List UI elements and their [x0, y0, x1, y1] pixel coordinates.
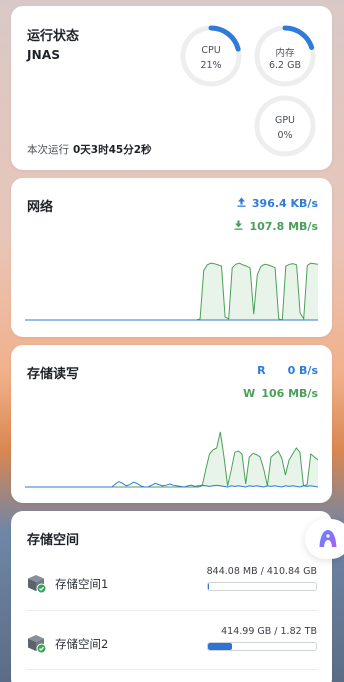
- read-rate: R 0 B/s: [257, 364, 318, 377]
- memory-gauge[interactable]: 内存 6.2 GB: [253, 24, 317, 88]
- cpu-gauge[interactable]: CPU 21%: [179, 24, 243, 88]
- volume-usage-bar: [207, 642, 317, 651]
- cpu-gauge-value: 21%: [200, 60, 222, 71]
- storage-title: 存储空间: [27, 533, 80, 548]
- volume-ok-icon: [27, 574, 47, 594]
- volume-name: 存储空间1: [55, 577, 109, 591]
- cpu-gauge-ring: [180, 25, 242, 87]
- storage-card: 存储空间 存储空间1 844.08 MB / 410.84 GB 存储空间2 4…: [11, 511, 332, 682]
- volume-ok-icon: [27, 634, 47, 654]
- uptime: 本次运行 0天3时45分2秒: [27, 142, 152, 157]
- chart-series-0-area: [25, 431, 318, 487]
- write-rate: W 106 MB/s: [243, 387, 318, 400]
- divider: [27, 610, 317, 611]
- gpu-gauge-value: 0%: [277, 130, 293, 141]
- write-rate-label: W: [243, 387, 256, 400]
- uptime-label: 本次运行: [27, 144, 69, 156]
- chart-series-0-area: [25, 263, 318, 320]
- download-rate: 107.8 MB/s: [234, 220, 318, 233]
- network-card[interactable]: 网络 396.4 KB/s 107.8 MB/s: [11, 178, 332, 337]
- read-rate-value: 0 B/s: [287, 364, 318, 377]
- disk-io-title: 存储读写: [27, 367, 80, 382]
- upload-rate: 396.4 KB/s: [237, 197, 318, 210]
- host-name: JNAS: [27, 48, 61, 62]
- network-title: 网络: [27, 200, 54, 215]
- volume-row-1[interactable]: 存储空间1 844.08 MB / 410.84 GB: [27, 566, 317, 616]
- gpu-gauge-ring: [254, 95, 316, 157]
- write-rate-value: 106 MB/s: [261, 387, 318, 400]
- read-rate-label: R: [257, 364, 266, 377]
- upload-rate-value: 396.4 KB/s: [251, 197, 318, 210]
- memory-gauge-label: 内存: [275, 48, 295, 59]
- volume-usage-bar: [207, 582, 317, 591]
- download-rate-value: 107.8 MB/s: [249, 220, 318, 233]
- upload-arrow-icon: [237, 197, 246, 210]
- disk-io-chart: [25, 431, 318, 488]
- assistant-icon: [319, 530, 337, 547]
- volume-usage-fill: [208, 583, 210, 590]
- memory-gauge-value: 6.2 GB: [268, 60, 301, 71]
- status-card: 运行状态 JNAS CPU 21% 内存 6.2 GB GPU 0% 本次运行 0…: [11, 6, 332, 170]
- cpu-gauge-label: CPU: [201, 45, 221, 56]
- status-title: 运行状态: [27, 29, 80, 44]
- volume-name: 存储空间2: [55, 637, 109, 651]
- disk-io-card[interactable]: 存储读写 R 0 B/s W 106 MB/s: [11, 345, 332, 503]
- assistant-button[interactable]: [305, 519, 344, 559]
- gpu-gauge-label: GPU: [274, 115, 296, 126]
- volume-usage-fill: [208, 643, 232, 650]
- gpu-gauge[interactable]: GPU 0%: [253, 94, 317, 158]
- volume-size: 414.99 GB / 1.82 TB: [221, 626, 317, 637]
- volume-size: 844.08 MB / 410.84 GB: [206, 566, 317, 577]
- download-arrow-icon: [234, 220, 243, 233]
- uptime-value: 0天3时45分2秒: [73, 144, 152, 156]
- network-chart: [25, 262, 318, 321]
- divider: [27, 669, 317, 670]
